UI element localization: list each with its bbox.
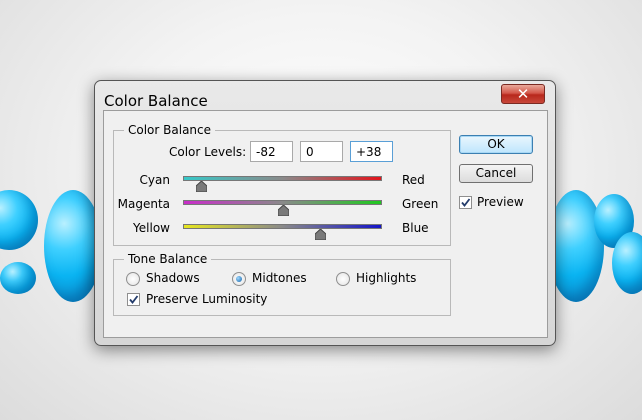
color-level-magenta-green-field[interactable] — [300, 141, 343, 162]
slider-left-label: Cyan — [139, 173, 170, 187]
midtones-radio[interactable] — [232, 272, 246, 286]
color-level-cyan-red-field[interactable] — [250, 141, 293, 162]
color-balance-dialog: Color Balance ✕ Color Balance Color Leve… — [94, 80, 556, 346]
shadows-radio[interactable] — [126, 272, 140, 286]
slider-left-label: Yellow — [133, 221, 170, 235]
slider-thumb-cyan-red[interactable] — [195, 181, 207, 192]
blue-blob-left-bottom — [0, 262, 36, 294]
close-icon: ✕ — [516, 85, 530, 103]
cancel-button[interactable]: Cancel — [459, 164, 533, 183]
preview-label[interactable]: Preview — [477, 195, 524, 209]
slider-right-label: Red — [402, 173, 425, 187]
color-level-yellow-blue-field[interactable] — [350, 141, 393, 162]
slider-right-label: Blue — [402, 221, 429, 235]
radio-selected-dot — [236, 276, 242, 282]
slider-right-label: Green — [402, 197, 439, 211]
blue-blob-right-edge — [612, 232, 642, 294]
tone-balance-group-legend: Tone Balance — [124, 252, 212, 266]
highlights-radio[interactable] — [336, 272, 350, 286]
color-levels-label: Color Levels: — [169, 145, 247, 159]
shadows-label[interactable]: Shadows — [146, 271, 200, 285]
checkmark-icon — [129, 295, 139, 304]
color-balance-group-legend: Color Balance — [124, 123, 216, 137]
slider-thumb-yellow-blue[interactable] — [315, 229, 327, 240]
highlights-label[interactable]: Highlights — [356, 271, 416, 285]
slider-track-cyan-red[interactable] — [183, 176, 382, 181]
slider-track-yellow-blue[interactable] — [183, 224, 382, 229]
preserve-luminosity-label[interactable]: Preserve Luminosity — [146, 292, 267, 306]
blue-blob-left-small — [0, 190, 38, 250]
checkmark-icon — [461, 198, 471, 207]
slider-thumb-magenta-green[interactable] — [277, 205, 289, 216]
color-balance-group: Color Balance Color Levels: Cyan Red Mag… — [113, 123, 451, 246]
dialog-title: Color Balance — [104, 92, 208, 110]
preserve-luminosity-checkbox[interactable] — [127, 293, 140, 306]
tone-balance-group: Tone Balance Shadows Midtones Highlights… — [113, 252, 451, 316]
preview-checkbox[interactable] — [459, 196, 472, 209]
midtones-label[interactable]: Midtones — [252, 271, 307, 285]
ok-button[interactable]: OK — [459, 135, 533, 154]
slider-left-label: Magenta — [117, 197, 170, 211]
close-button[interactable]: ✕ — [501, 84, 545, 104]
dialog-client-area: Color Balance Color Levels: Cyan Red Mag… — [103, 110, 548, 338]
